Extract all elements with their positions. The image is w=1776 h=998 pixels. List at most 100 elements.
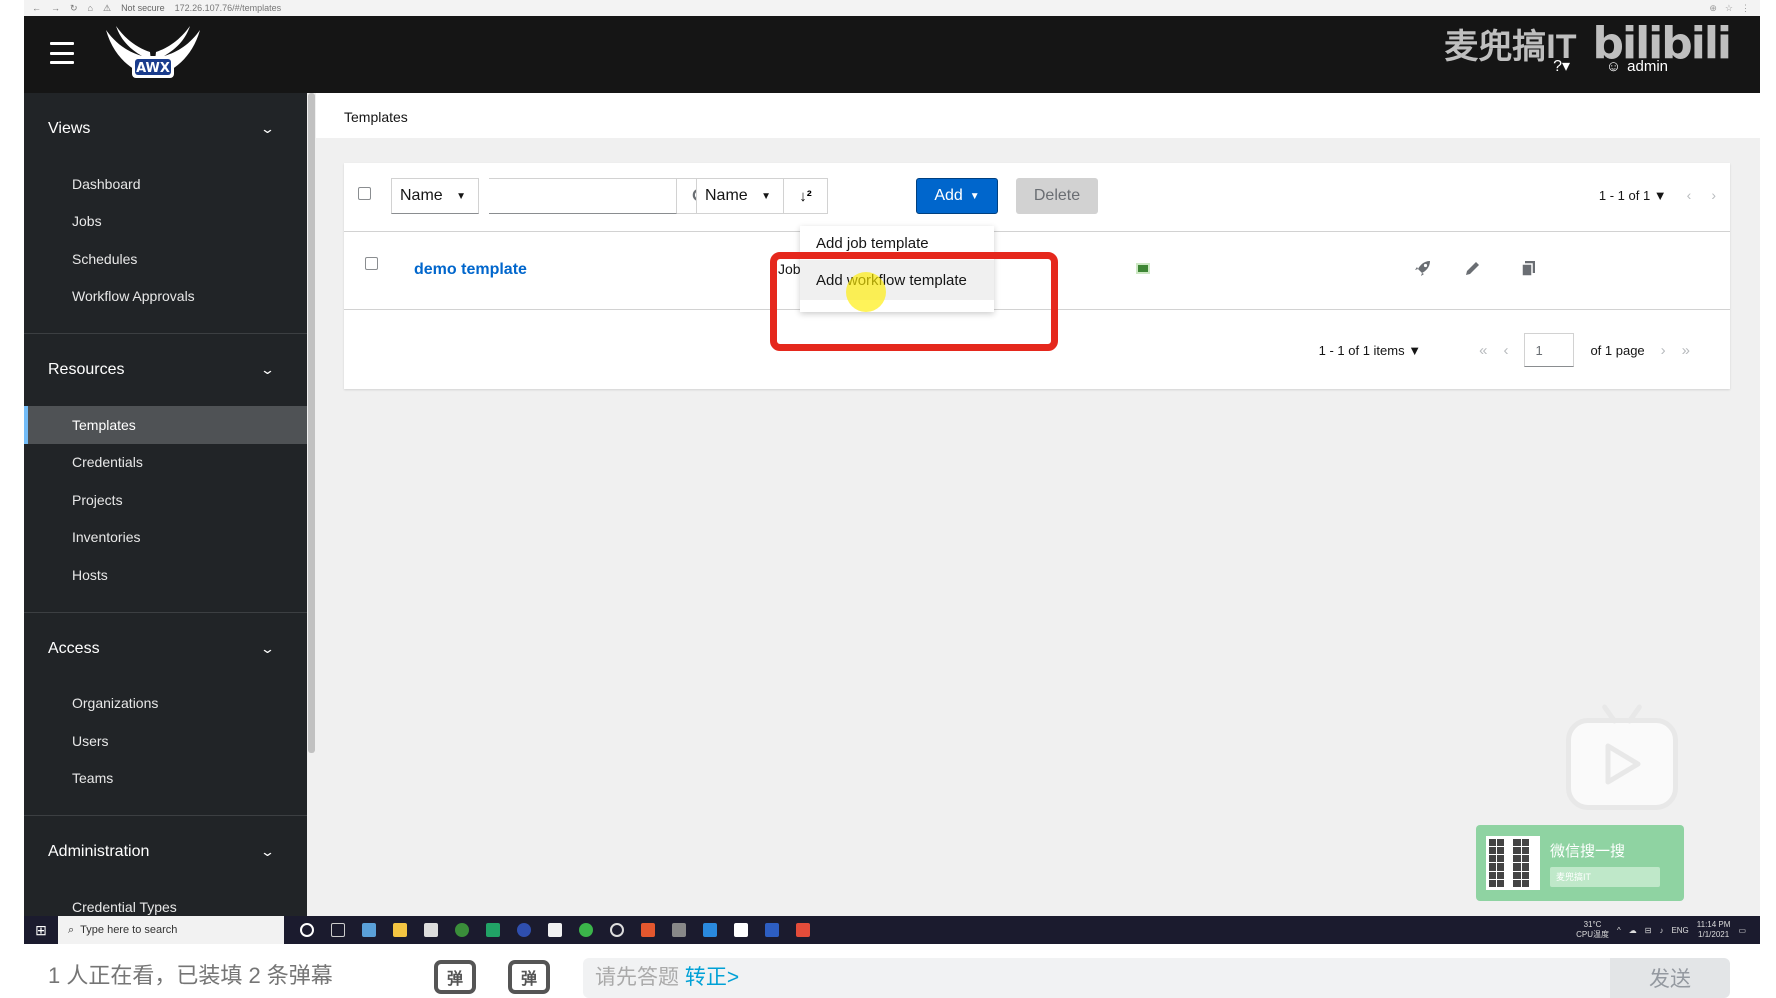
app-icon[interactable] [362,923,376,937]
prev-page-icon[interactable]: ‹ [1687,187,1692,203]
app-icon[interactable] [517,923,531,937]
search-input[interactable] [489,178,677,214]
app-icon[interactable] [548,923,562,937]
edit-pencil-icon[interactable] [1461,257,1483,279]
sidebar-item-organizations[interactable]: Organizations [24,685,307,723]
help-icon[interactable]: ?▾ [1553,56,1570,76]
next-page-icon[interactable]: › [1711,187,1716,203]
tray-chevron-icon[interactable]: ^ [1617,926,1621,935]
bilibili-tv-icon [1566,718,1678,810]
language-indicator[interactable]: ENG [1671,926,1688,935]
sidebar-section-views[interactable]: Views ⌄ [24,93,307,165]
caret-down-icon: ▼ [761,190,771,202]
sidebar-section-resources[interactable]: Resources ⌄ [24,334,307,406]
sidebar-scrollbar[interactable] [307,93,316,916]
sidebar-item-jobs[interactable]: Jobs [24,203,307,241]
video-bottom-bar: 1 人正在看，已装填 2 条弹幕 弹 弹 请先答题 转正> 发送 [0,944,1776,998]
terminal-icon[interactable] [672,923,686,937]
volume-icon[interactable]: ♪ [1659,926,1663,935]
sidebar-section-title: Resources [48,361,125,378]
sidebar-item-teams[interactable]: Teams [24,760,307,798]
wechat-icon[interactable] [579,923,593,937]
clock[interactable]: 11:14 PM 1/1/2021 [1697,920,1731,940]
sidebar-item-hosts[interactable]: Hosts [24,556,307,594]
sidebar-section-administration[interactable]: Administration ⌄ [24,816,307,888]
taskbar-search[interactable]: ⌕ Type here to search [58,916,284,944]
copy-icon[interactable] [1518,257,1540,279]
wechat-search-title: 微信搜一搜 [1550,842,1626,860]
pagination-toggle[interactable]: 1 - 1 of 1 ▼ [1599,188,1667,203]
reload-icon[interactable]: ↻ [70,3,78,14]
add-workflow-template-item[interactable]: Add workflow template [800,260,994,300]
sidebar-item-dashboard[interactable]: Dashboard [24,165,307,203]
awx-logo[interactable]: AWX [98,22,208,88]
filter-field-select[interactable]: Name ▼ [391,178,479,214]
sidebar-item-inventories[interactable]: Inventories [24,519,307,557]
user-icon: ☺ [1605,58,1622,75]
template-type: Job [778,261,801,277]
danmaku-input[interactable]: 请先答题 转正> [583,958,1729,998]
menu-dots-icon[interactable]: ⋮ [1741,3,1750,14]
page-number-input[interactable] [1524,333,1575,367]
notion-icon[interactable] [734,923,748,937]
url-text[interactable]: 172.26.107.76/#/templates [175,3,282,13]
send-danmaku-button[interactable]: 发送 [1610,958,1730,998]
danmaku-settings-icon[interactable]: 弹 [508,960,550,994]
prev-page-icon[interactable]: ‹ [1503,342,1508,359]
items-per-page-toggle[interactable]: 1 - 1 of 1 items ▼ [1319,343,1421,358]
user-menu[interactable]: ☺ admin [1606,58,1668,75]
last-page-icon[interactable]: » [1682,342,1690,359]
become-member-link[interactable]: 转正> [685,966,739,989]
file-explorer-icon[interactable] [393,923,407,937]
sidebar-item-credential-types[interactable]: Credential Types [24,888,307,916]
office-icon[interactable] [641,923,655,937]
add-dropdown-menu: Add job template Add workflow template [800,226,994,312]
channel-watermark: 麦兜搞IT bilibili [1444,18,1732,69]
app-icon[interactable] [796,923,810,937]
sort-field-select[interactable]: Name ▼ [696,178,784,214]
sidebar-item-templates[interactable]: Templates [24,406,307,444]
store-icon[interactable] [424,923,438,937]
chevron-down-icon: ⌄ [259,362,276,377]
forward-icon[interactable]: → [51,3,60,14]
sidebar-item-schedules[interactable]: Schedules [24,240,307,278]
svg-text:AWX: AWX [136,61,170,76]
clock-icon[interactable] [610,923,624,937]
sidebar-item-projects[interactable]: Projects [24,481,307,519]
star-icon[interactable]: ☆ [1725,3,1733,14]
windows-start-icon[interactable]: ⊞ [24,916,58,944]
cortana-icon[interactable] [300,923,314,937]
next-page-icon[interactable]: › [1661,342,1666,359]
back-icon[interactable]: ← [32,3,41,14]
home-icon[interactable]: ⌂ [88,3,93,14]
task-view-icon[interactable] [331,923,345,937]
sort-direction-button[interactable]: ↓² [784,178,828,214]
chevron-down-icon: ⌄ [259,844,276,859]
vscode-icon[interactable] [703,923,717,937]
app-icon[interactable] [486,923,500,937]
notifications-icon[interactable]: ▭ [1738,926,1746,935]
cloud-icon[interactable]: ☁ [1629,926,1637,935]
danmaku-toggle-icon[interactable]: 弹 [434,960,476,994]
template-name-link[interactable]: demo template [414,261,527,279]
hamburger-menu-icon[interactable] [50,42,74,64]
job-status-icon[interactable] [1136,263,1150,274]
zoom-icon[interactable]: ⊕ [1709,3,1717,14]
sidebar-item-credentials[interactable]: Credentials [24,444,307,482]
chrome-icon[interactable] [455,923,469,937]
launch-rocket-icon[interactable] [1412,257,1434,279]
qr-code [1486,836,1540,890]
delete-button[interactable]: Delete [1016,178,1098,214]
add-job-template-item[interactable]: Add job template [800,226,994,260]
powershell-icon[interactable] [765,923,779,937]
sidebar-section-access[interactable]: Access ⌄ [24,613,307,685]
select-all-checkbox[interactable] [358,187,371,200]
add-button[interactable]: Add ▼ [916,178,998,214]
sidebar-item-workflow-approvals[interactable]: Workflow Approvals [24,278,307,316]
chevron-down-icon: ⌄ [259,640,276,656]
first-page-icon[interactable]: « [1479,342,1487,359]
row-checkbox[interactable] [365,257,378,270]
pagination-top: 1 - 1 of 1 ▼ ‹ › [1599,187,1716,203]
sidebar-item-users[interactable]: Users [24,722,307,760]
network-icon[interactable]: ⊟ [1645,926,1652,935]
